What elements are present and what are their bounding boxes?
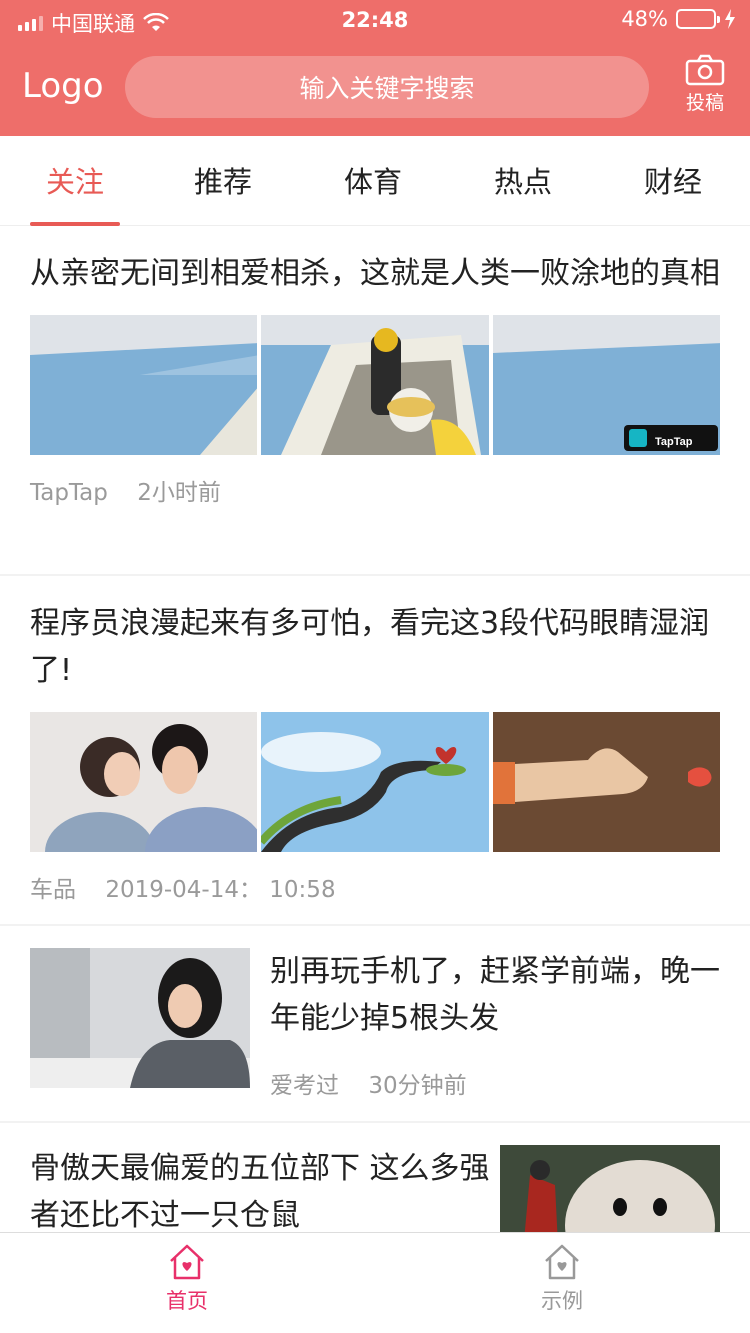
home-icon bbox=[170, 1244, 204, 1280]
tabbar-home-label: 首页 bbox=[166, 1289, 208, 1313]
status-bar: 中国联通 22:48 48% bbox=[0, 0, 750, 40]
article-image bbox=[30, 712, 258, 852]
article-time: 2小时前 bbox=[137, 480, 221, 506]
article-card[interactable]: 骨傲天最偏爱的五位部下 这么多强者还比不过一只仓鼠 bbox=[0, 1123, 750, 1232]
bottom-tab-bar: 首页 示例 bbox=[0, 1232, 750, 1333]
article-image: TapTap bbox=[492, 315, 720, 455]
article-title: 程序员浪漫起来有多可怕，看完这3段代码眼睛湿润了! bbox=[30, 606, 710, 688]
camera-icon bbox=[685, 54, 725, 86]
tabbar-examples[interactable]: 示例 bbox=[462, 1243, 662, 1315]
battery-icon bbox=[676, 9, 720, 29]
article-card[interactable]: 程序员浪漫起来有多可怕，看完这3段代码眼睛湿润了! 车品 2019-04-14：… bbox=[0, 576, 750, 926]
tab-finance[interactable]: 财经 bbox=[598, 136, 748, 226]
logo: Logo bbox=[22, 66, 104, 106]
article-card[interactable]: 从亲密无间到相爱相杀，这就是人类一败涂地的真相 TapTap TapTap 2小… bbox=[0, 226, 750, 576]
article-source: 爱考过 bbox=[270, 1073, 339, 1099]
tab-recommend[interactable]: 推荐 bbox=[148, 136, 298, 226]
article-source: TapTap bbox=[30, 480, 108, 506]
article-card[interactable]: 别再玩手机了，赶紧学前端，晚一年能少掉5根头发 爱考过 30分钟前 bbox=[0, 926, 750, 1123]
post-button[interactable]: 投稿 bbox=[680, 54, 730, 115]
article-title: 从亲密无间到相爱相杀，这就是人类一败涂地的真相 bbox=[30, 256, 720, 291]
tabbar-examples-label: 示例 bbox=[541, 1289, 583, 1313]
tab-sports[interactable]: 体育 bbox=[298, 136, 448, 226]
article-time: 30分钟前 bbox=[368, 1073, 467, 1099]
tab-hot[interactable]: 热点 bbox=[448, 136, 598, 226]
tabbar-home[interactable]: 首页 bbox=[87, 1243, 287, 1315]
article-title: 别再玩手机了，赶紧学前端，晚一年能少掉5根头发 bbox=[270, 954, 720, 1036]
search-placeholder: 输入关键字搜索 bbox=[299, 74, 475, 103]
app-header: Logo 输入关键字搜索 投稿 bbox=[0, 40, 750, 136]
article-image bbox=[261, 315, 489, 455]
article-thumbnail bbox=[30, 948, 250, 1088]
article-meta: 爱考过 30分钟前 bbox=[270, 1066, 489, 1100]
article-image bbox=[30, 315, 258, 455]
article-meta: TapTap 2小时前 bbox=[30, 473, 720, 507]
article-title: 骨傲天最偏爱的五位部下 这么多强者还比不过一只仓鼠 bbox=[30, 1151, 490, 1232]
search-input[interactable]: 输入关键字搜索 bbox=[125, 56, 649, 118]
battery-percent: 48% bbox=[621, 7, 668, 31]
article-meta: 车品 2019-04-14： 10:58 bbox=[30, 870, 720, 904]
post-label: 投稿 bbox=[685, 92, 724, 114]
home-icon bbox=[545, 1244, 579, 1280]
category-tabs: 关注 推荐 体育 热点 财经 bbox=[0, 136, 750, 226]
article-source: 车品 bbox=[30, 877, 76, 903]
article-time: 2019-04-14： 10:58 bbox=[105, 877, 336, 903]
article-images: TapTap bbox=[30, 315, 720, 455]
taptap-watermark: TapTap bbox=[655, 436, 693, 448]
article-image bbox=[261, 712, 489, 852]
status-right: 48% bbox=[621, 7, 736, 31]
charging-icon bbox=[725, 9, 735, 29]
tab-follow[interactable]: 关注 bbox=[0, 136, 150, 226]
article-images bbox=[30, 712, 720, 852]
article-thumbnail bbox=[500, 1145, 720, 1232]
article-image bbox=[492, 712, 720, 852]
news-feed: 从亲密无间到相爱相杀，这就是人类一败涂地的真相 TapTap TapTap 2小… bbox=[0, 226, 750, 1232]
